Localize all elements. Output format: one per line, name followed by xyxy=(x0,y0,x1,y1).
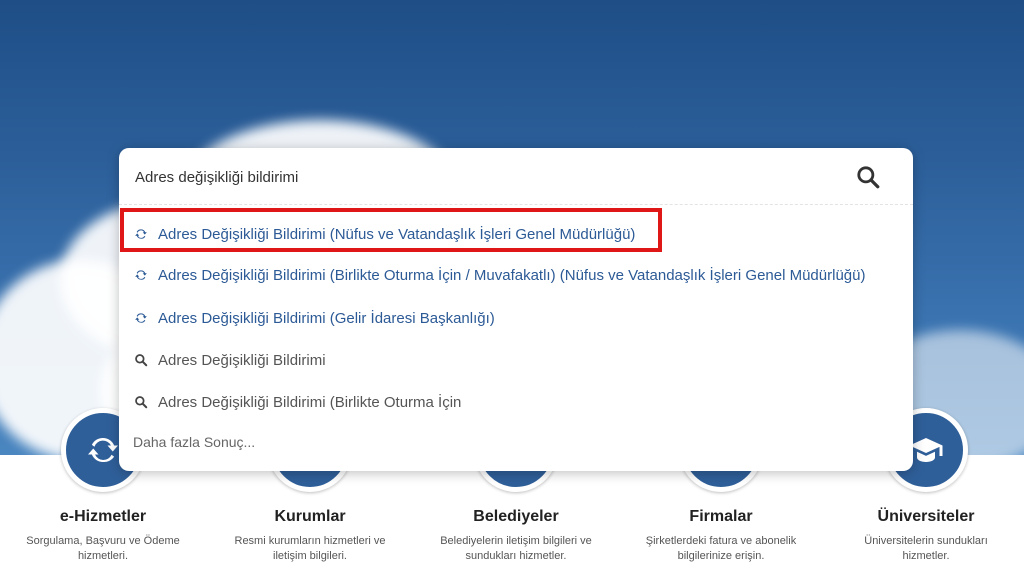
search-input[interactable] xyxy=(133,163,837,191)
suggestion-item[interactable]: Adres Değişikliği Bildirimi (Birlikte Ot… xyxy=(133,390,461,414)
category-desc: Şirketlerdeki fatura ve abonelik bilgile… xyxy=(645,535,797,562)
search-autocomplete-panel: Adres Değişikliği Bildirimi (Nüfus ve Va… xyxy=(119,148,913,471)
category-title: Firmalar xyxy=(689,508,753,525)
suggestion-item[interactable]: Adres Değişikliği Bildirimi (Gelir İdare… xyxy=(133,306,495,330)
search-icon xyxy=(857,166,880,189)
refresh-icon xyxy=(133,310,149,326)
refresh-icon xyxy=(133,267,149,283)
highlight-annotation xyxy=(120,208,662,252)
category-desc: Belediyelerin iletişim bilgileri ve sund… xyxy=(440,535,592,562)
suggestion-item[interactable]: Adres Değişikliği Bildirimi xyxy=(133,348,326,372)
more-results-link[interactable]: Daha fazla Sonuç... xyxy=(133,434,255,450)
suggestion-item[interactable]: Adres Değişikliği Bildirimi (Birlikte Ot… xyxy=(133,263,865,287)
category-title: e-Hizmetler xyxy=(59,508,147,525)
category-title: Üniversiteler xyxy=(877,508,975,525)
category-desc: Sorgulama, Başvuru ve Ödeme hizmetleri. xyxy=(26,535,180,562)
search-bar xyxy=(119,148,913,205)
suggestion-label: Adres Değişikliği Bildirimi (Gelir İdare… xyxy=(158,309,495,327)
category-title: Belediyeler xyxy=(473,508,559,525)
search-icon xyxy=(133,352,149,368)
search-icon xyxy=(133,394,149,410)
category-desc: Resmi kurumların hizmetleri ve iletişim … xyxy=(234,535,386,562)
suggestion-label: Adres Değişikliği Bildirimi (Birlikte Ot… xyxy=(158,266,866,284)
category-title: Kurumlar xyxy=(274,508,346,525)
search-button[interactable] xyxy=(853,162,883,192)
suggestion-label: Adres Değişikliği Bildirimi (Birlikte Ot… xyxy=(158,393,462,411)
suggestion-label: Adres Değişikliği Bildirimi xyxy=(158,351,326,369)
category-desc: Üniversitelerin sundukları hizmetler. xyxy=(864,535,988,562)
